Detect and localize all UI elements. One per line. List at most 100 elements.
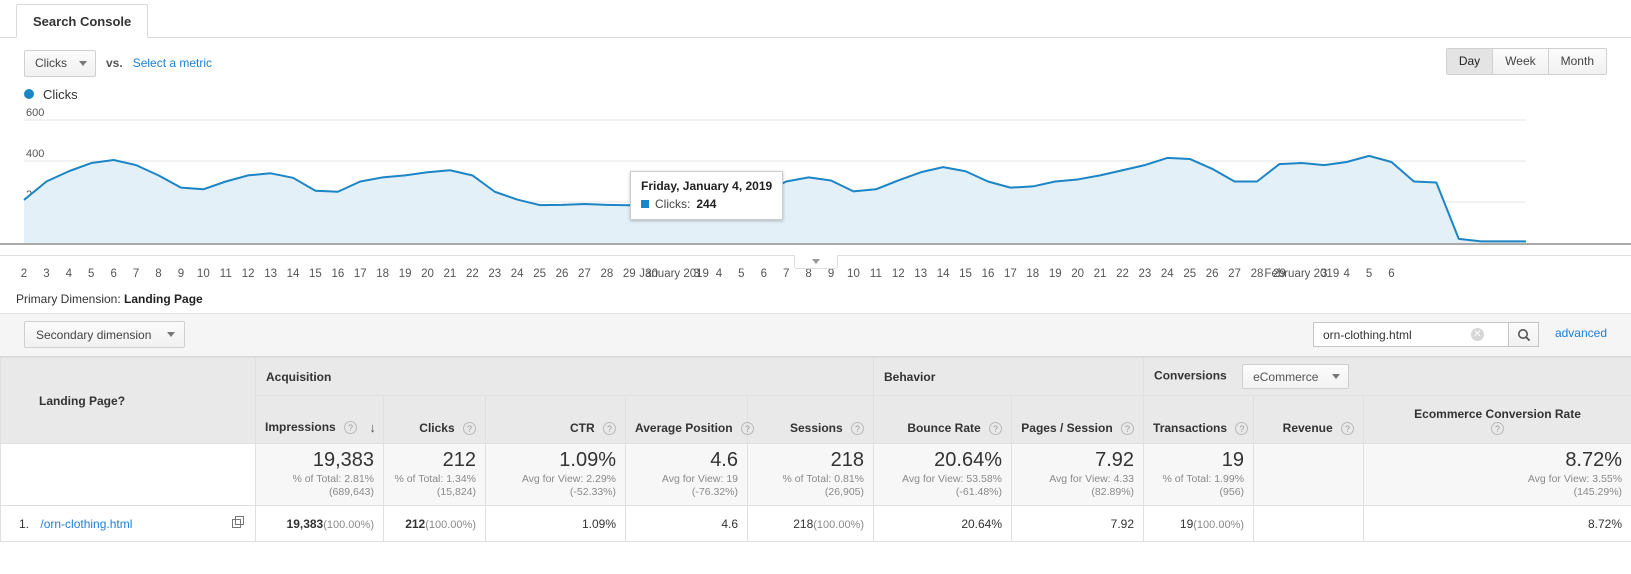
summary-value: 20.64% bbox=[934, 449, 1003, 472]
conversions-goal-label: eCommerce bbox=[1253, 369, 1319, 384]
summary-value: 212 bbox=[442, 449, 476, 472]
summary-sub2: (-76.32%) bbox=[691, 486, 738, 499]
summary-cell-ctr: 1.09% Avg for View: 2.29% (-52.33%) bbox=[485, 443, 626, 506]
x-axis-tick-label: 3 bbox=[693, 268, 700, 280]
col-bounce-rate[interactable]: Bounce Rate ? bbox=[873, 395, 1013, 444]
col-ecommerce-conversion-rate[interactable]: Ecommerce Conversion Rate ? bbox=[1363, 395, 1631, 444]
x-axis-tick-label: 21 bbox=[443, 268, 457, 280]
table-row[interactable]: 1. /orn-clothing.html 19,383(100.00%) 21… bbox=[0, 505, 1631, 542]
help-icon[interactable]: ? bbox=[1121, 422, 1135, 435]
col-clicks-label: Clicks bbox=[419, 420, 455, 435]
col-pages-per-session[interactable]: Pages / Session ? bbox=[1011, 395, 1145, 444]
legend-color-dot-icon bbox=[24, 89, 34, 99]
metric-select-clicks[interactable]: Clicks bbox=[24, 49, 96, 77]
open-in-new-window-icon[interactable] bbox=[232, 515, 245, 532]
x-axis-tick-label: 8 bbox=[155, 268, 162, 280]
x-axis-tick-label: 15 bbox=[309, 268, 322, 280]
x-axis-tick-label: 11 bbox=[869, 268, 882, 280]
cell-value: 20.64% bbox=[961, 516, 1003, 531]
x-axis-tick-label: 18 bbox=[376, 268, 390, 280]
x-axis-tick-label: 8 bbox=[805, 268, 812, 280]
col-ctr-label: CTR bbox=[569, 420, 595, 435]
search-input[interactable] bbox=[1321, 326, 1471, 343]
x-axis-tick-label: 19 bbox=[1048, 268, 1062, 280]
col-impressions[interactable]: Impressions ? ↓ bbox=[255, 395, 384, 444]
granularity-month-button[interactable]: Month bbox=[1548, 49, 1606, 74]
primary-dimension-value[interactable]: Landing Page bbox=[124, 292, 203, 306]
x-axis-tick-label: 12 bbox=[891, 268, 905, 280]
help-icon[interactable]: ? bbox=[344, 421, 358, 434]
help-icon[interactable]: ? bbox=[603, 422, 616, 435]
summary-sub1: Avg for View: 4.33 bbox=[1049, 472, 1135, 485]
group-acquisition-label: Acquisition bbox=[266, 369, 332, 384]
col-clicks[interactable]: Clicks ? bbox=[383, 395, 486, 444]
summary-cell-pages-per-session: 7.92 Avg for View: 4.33 (82.89%) bbox=[1011, 443, 1145, 506]
help-icon[interactable]: ? bbox=[1235, 422, 1249, 435]
cell-value: 218 bbox=[793, 516, 814, 531]
col-revenue[interactable]: Revenue ? bbox=[1253, 395, 1365, 444]
x-axis-tick-label: 14 bbox=[286, 268, 300, 280]
x-axis-tick-label: 3 bbox=[43, 268, 50, 280]
granularity-day-button[interactable]: Day bbox=[1446, 49, 1494, 74]
summary-sub1: % of Total: 0.81% bbox=[782, 472, 865, 485]
cell-value: 7.92 bbox=[1110, 516, 1135, 531]
clear-search-icon[interactable]: ✕ bbox=[1471, 328, 1484, 341]
x-axis-tick-label: 13 bbox=[914, 268, 928, 280]
summary-sub2: (26,905) bbox=[824, 486, 865, 499]
x-axis-tick-label: 21 bbox=[1093, 268, 1107, 280]
x-axis-tick-label: 19 bbox=[398, 268, 412, 280]
col-transactions[interactable]: Transactions ? bbox=[1143, 395, 1255, 444]
cell-pct: (100.00%) bbox=[425, 518, 476, 531]
help-icon[interactable]: ? bbox=[1491, 422, 1505, 435]
x-axis-tick-label: 4 bbox=[1343, 268, 1350, 280]
cell-value: 8.72% bbox=[1588, 516, 1623, 531]
table-search-box[interactable]: ✕ bbox=[1313, 322, 1509, 347]
summary-value: 7.92 bbox=[1095, 449, 1135, 472]
x-axis-tick-label: 24 bbox=[510, 268, 524, 280]
cell-pct: (100.00%) bbox=[1193, 518, 1245, 531]
col-sessions[interactable]: Sessions ? bbox=[746, 395, 875, 444]
summary-sub1: % of Total: 1.34% bbox=[394, 472, 476, 485]
advanced-search-link[interactable]: advanced bbox=[1555, 326, 1607, 340]
col-transactions-label: Transactions bbox=[1153, 420, 1228, 435]
col-pages-per-session-label: Pages / Session bbox=[1021, 420, 1113, 435]
row-cell-impressions: 19,383(100.00%) bbox=[255, 505, 384, 542]
search-button[interactable] bbox=[1509, 322, 1539, 347]
x-axis-tick-label: 10 bbox=[847, 268, 860, 280]
x-axis-tick-label: 24 bbox=[1160, 268, 1174, 280]
row-landing-page-link[interactable]: /orn-clothing.html bbox=[40, 517, 132, 531]
row-cell-ctr: 1.09% bbox=[485, 505, 626, 542]
help-icon[interactable]: ? bbox=[1341, 422, 1355, 435]
clicks-timeseries-chart[interactable]: 200400600 234567891011121314151617181920… bbox=[0, 108, 1631, 280]
lead-group-cell: Landing Page ? bbox=[0, 357, 256, 444]
chart-expander-handle[interactable] bbox=[793, 255, 838, 269]
conversions-goal-select[interactable]: eCommerce bbox=[1242, 364, 1350, 389]
x-axis-tick-label: 5 bbox=[738, 268, 745, 280]
tab-search-console[interactable]: Search Console bbox=[16, 4, 149, 38]
help-icon[interactable]: ? bbox=[740, 422, 754, 435]
summary-lead-cell bbox=[0, 443, 256, 506]
granularity-week-button[interactable]: Week bbox=[1493, 49, 1549, 74]
col-ctr[interactable]: CTR ? bbox=[485, 395, 626, 444]
group-acquisition: Acquisition bbox=[254, 357, 875, 396]
chevron-down-icon bbox=[811, 259, 820, 264]
row-cell-sessions: 218(100.00%) bbox=[746, 505, 875, 542]
summary-sub1: % of Total: 1.99% bbox=[1162, 472, 1245, 485]
primary-dimension: Primary Dimension: Landing Page bbox=[16, 292, 203, 306]
help-icon[interactable]: ? bbox=[118, 394, 125, 408]
col-average-position[interactable]: Average Position ? bbox=[625, 395, 754, 444]
help-icon[interactable]: ? bbox=[989, 422, 1003, 435]
chart-x-axis: 2 3 4 5 6 7 8 9 10 11 12 13 14 15 16 17 18 19 20 21 22 23 24 25… bbox=[0, 268, 1631, 288]
x-axis-tick-label: 15 bbox=[959, 268, 972, 280]
help-icon[interactable]: ? bbox=[851, 422, 865, 435]
select-a-metric-link[interactable]: Select a metric bbox=[133, 56, 212, 70]
x-axis-tick-label: 9 bbox=[827, 268, 835, 280]
x-axis-tick-label: 4 bbox=[65, 268, 73, 280]
x-axis-tick-label: 18 bbox=[1026, 268, 1040, 280]
x-axis-tick-label: 27 bbox=[578, 268, 591, 280]
x-axis-tick-label: 26 bbox=[1205, 268, 1219, 280]
help-icon[interactable]: ? bbox=[463, 422, 476, 435]
cell-pct: (100.00%) bbox=[323, 518, 374, 531]
summary-sub2: (-61.48%) bbox=[955, 486, 1003, 499]
secondary-dimension-button[interactable]: Secondary dimension bbox=[24, 321, 186, 348]
